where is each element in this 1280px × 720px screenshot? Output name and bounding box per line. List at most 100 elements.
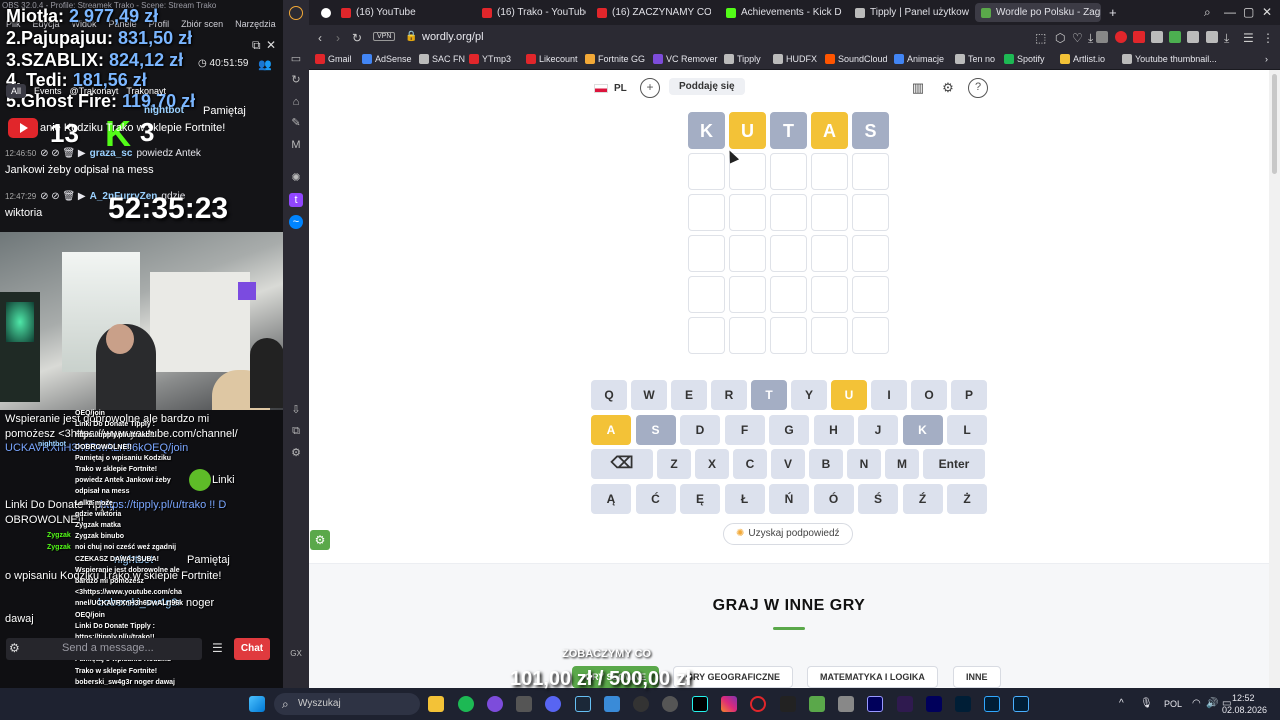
new-game-plus-icon[interactable]: + <box>640 78 660 98</box>
taskbar-time[interactable]: 12:52 <box>1232 693 1255 703</box>
sidebar-history-icon[interactable]: ↻ <box>289 73 303 87</box>
minimize-window-icon[interactable]: — <box>1224 5 1236 19</box>
key-x[interactable]: X <box>695 449 729 479</box>
key-q[interactable]: Q <box>591 380 627 410</box>
key-m[interactable]: M <box>885 449 919 479</box>
sidebar-download-icon[interactable]: ⇩ <box>289 403 303 417</box>
sidebar-chatgpt-icon[interactable]: ✺ <box>289 171 303 185</box>
settings-icon[interactable]: ⚙ <box>9 641 20 655</box>
vpn-badge[interactable]: VPN <box>373 32 396 41</box>
sidebar-wallet-icon[interactable]: ▭ <box>289 52 303 66</box>
accessibility-gear-icon[interactable]: ⚙ <box>310 530 330 550</box>
language-selector[interactable]: PL <box>594 78 627 98</box>
bookmark-item[interactable]: Spotify <box>1004 54 1045 64</box>
extension-icon[interactable] <box>1115 31 1127 43</box>
key-s[interactable]: S <box>635 415 676 445</box>
spotify-icon[interactable] <box>458 696 474 712</box>
key-y[interactable]: Y <box>791 380 827 410</box>
app-icon[interactable] <box>838 696 854 712</box>
after-effects-icon[interactable] <box>867 696 883 712</box>
key-ć[interactable]: Ć <box>635 484 676 514</box>
key-e[interactable]: E <box>671 380 707 410</box>
backspace-key[interactable]: ⌫ <box>591 449 653 479</box>
sidebar-extensions-icon[interactable]: ⧉ <box>289 424 303 438</box>
file-explorer-icon[interactable] <box>428 696 444 712</box>
start-icon[interactable] <box>249 696 265 712</box>
photoshop-icon[interactable] <box>984 696 1000 712</box>
discord-icon[interactable] <box>545 696 561 712</box>
chat-link[interactable]: https://tipply.pl/u/trako !! D <box>100 499 226 511</box>
lightroom-icon[interactable] <box>1013 696 1029 712</box>
key-a[interactable]: A <box>591 415 631 445</box>
bookmark-item[interactable]: Tipply <box>724 54 761 64</box>
key-v[interactable]: V <box>771 449 805 479</box>
close-icon[interactable]: ✕ <box>266 38 276 52</box>
key-i[interactable]: I <box>871 380 907 410</box>
filter-all-tab[interactable]: All <box>6 84 27 98</box>
premiere-icon[interactable] <box>926 696 942 712</box>
key-ń[interactable]: Ń <box>769 484 809 514</box>
more-icon[interactable]: ⋮ <box>1262 31 1274 45</box>
app-icon[interactable] <box>604 696 620 712</box>
bookmark-item[interactable]: Fortnite GG <box>585 54 645 64</box>
browser-tab[interactable]: (16) Trako - YouTube <box>476 3 586 22</box>
stats-icon[interactable]: ▥ <box>909 79 927 97</box>
game-category-tab[interactable]: MATEMATYKA I LOGIKA <box>807 666 938 688</box>
bookmark-item[interactable]: Gmail <box>315 54 352 64</box>
hudfx-icon[interactable] <box>780 696 796 712</box>
key-ź[interactable]: Ź <box>902 484 943 514</box>
key-t[interactable]: T <box>751 380 787 410</box>
taskbar-search[interactable]: Wyszukaj <box>274 693 420 715</box>
key-r[interactable]: R <box>711 380 747 410</box>
bookmark-item[interactable]: Animacje <box>894 54 944 64</box>
key-k[interactable]: K <box>902 415 943 445</box>
keyboard-language[interactable]: POL <box>1164 699 1182 709</box>
lock-icon[interactable]: 🔒 <box>405 31 417 42</box>
help-icon[interactable]: ? <box>968 78 988 98</box>
browser-tab[interactable]: (16) ZACZYNAMY COS NO <box>591 3 711 22</box>
key-u[interactable]: U <box>831 380 867 410</box>
key-ś[interactable]: Ś <box>858 484 898 514</box>
key-g[interactable]: G <box>769 415 809 445</box>
browser-tab[interactable]: Wordle po Polsku - Zagraj <box>975 3 1101 22</box>
browser-tab[interactable]: Achievements - Kick Dashb <box>720 3 842 22</box>
key-z[interactable]: Z <box>657 449 691 479</box>
app-icon[interactable] <box>662 696 678 712</box>
browser-tab[interactable]: (16) YouTube <box>335 3 455 22</box>
enter-key[interactable]: Enter <box>923 449 985 479</box>
chat-send-button[interactable]: Chat <box>234 638 270 660</box>
sidebar-gx-icon[interactable]: GX <box>289 647 303 661</box>
browser-logo-icon[interactable] <box>289 6 303 20</box>
sidebar-messenger-icon[interactable]: ~ <box>289 215 303 229</box>
bookmark-item[interactable]: SoundCloud <box>825 54 888 64</box>
bookmark-item[interactable]: YTmp3 <box>469 54 511 64</box>
download-icon[interactable]: ⤓ <box>1088 31 1093 46</box>
taskbar-date[interactable]: 02.08.2026 <box>1222 705 1267 715</box>
browser-tab[interactable]: Tipply | Panel użytkownika <box>849 3 969 22</box>
key-ą[interactable]: Ą <box>591 484 631 514</box>
key-j[interactable]: J <box>858 415 898 445</box>
game-category-tab[interactable]: INNE <box>953 666 1001 688</box>
bookmark-item[interactable]: VC Remover <box>653 54 718 64</box>
forward-icon[interactable]: › <box>336 31 340 45</box>
key-ę[interactable]: Ę <box>680 484 720 514</box>
page-scrollbar[interactable] <box>1269 70 1280 688</box>
downloads-icon[interactable]: ⤓ <box>1224 31 1229 46</box>
obs-menu-item[interactable]: Narzędzia <box>235 19 276 29</box>
wifi-icon[interactable]: ◠ <box>1192 698 1201 709</box>
tab-page-icon[interactable] <box>315 3 337 22</box>
key-o[interactable]: O <box>911 380 947 410</box>
key-ł[interactable]: Ł <box>724 484 765 514</box>
cube-icon[interactable]: ⬡ <box>1055 31 1065 45</box>
key-d[interactable]: D <box>680 415 720 445</box>
screenshot-icon[interactable]: ⬚ <box>1035 31 1046 45</box>
audition-icon[interactable] <box>955 696 971 712</box>
key-h[interactable]: H <box>813 415 854 445</box>
bookmark-item[interactable]: AdSense <box>362 54 412 64</box>
key-p[interactable]: P <box>951 380 987 410</box>
menu-icon[interactable]: ☰ <box>212 641 223 655</box>
sidebar-settings-icon[interactable]: ⚙ <box>289 446 303 460</box>
hint-button[interactable]: ✺ Uzyskaj podpowiedź <box>723 523 853 545</box>
key-c[interactable]: C <box>733 449 767 479</box>
extension-icon[interactable] <box>1096 31 1108 43</box>
